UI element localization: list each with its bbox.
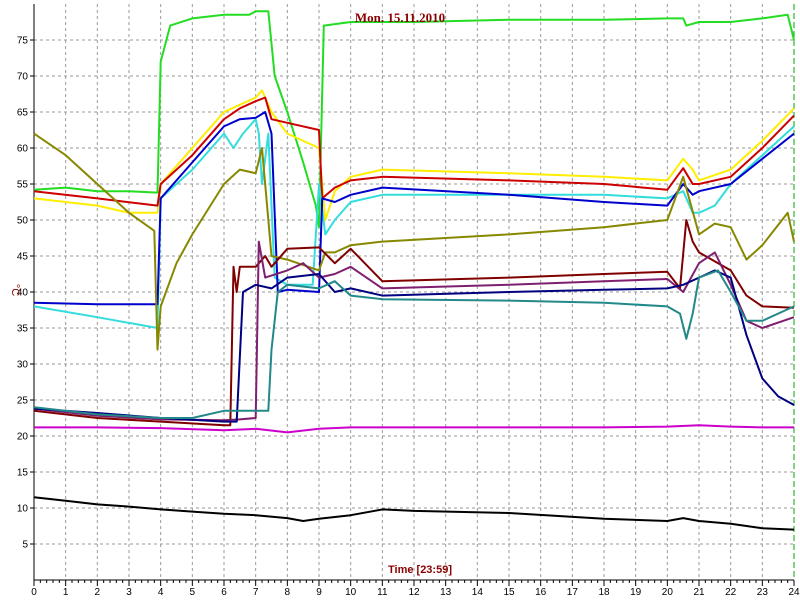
- x-tick-label-13: 13: [440, 587, 452, 598]
- x-tick-label-10: 10: [345, 587, 357, 598]
- x-tick-label-11: 11: [377, 587, 388, 598]
- x-tick-label-23: 23: [757, 587, 769, 598]
- x-tick-label-19: 19: [630, 587, 642, 598]
- y-tick-label-6: 35: [17, 324, 29, 335]
- x-tick-label-5: 5: [190, 587, 196, 598]
- y-tick-label-10: 55: [17, 180, 29, 191]
- y-tick-label-14: 75: [17, 36, 29, 47]
- x-tick-label-1: 1: [63, 587, 69, 598]
- y-tick-label-2: 15: [17, 468, 29, 479]
- y-tick-label-5: 30: [17, 360, 29, 371]
- y-tick-label-11: 60: [17, 144, 29, 155]
- x-tick-label-20: 20: [662, 587, 674, 598]
- y-tick-label-0: 5: [22, 540, 28, 551]
- x-tick-label-0: 0: [31, 587, 37, 598]
- chart-title: Mon. 15.11.2010: [355, 10, 445, 25]
- x-tick-label-22: 22: [725, 587, 737, 598]
- y-tick-label-3: 20: [17, 432, 29, 443]
- x-tick-label-9: 9: [316, 587, 322, 598]
- x-tick-label-15: 15: [503, 587, 515, 598]
- chart-svg: 0 1 2 3 4 5 6 7 8 9 10 11 12 13 14 15 16 17 18 19 20 21 22 23 24…: [0, 0, 800, 600]
- x-tick-label-3: 3: [126, 587, 132, 598]
- y-tick-label-13: 70: [17, 72, 29, 83]
- x-tick-label-14: 14: [472, 587, 484, 598]
- x-tick-label-7: 7: [253, 587, 259, 598]
- y-axis-label: °C: [9, 284, 21, 296]
- y-tick-label-9: 50: [17, 216, 29, 227]
- x-tick-label-17: 17: [567, 587, 579, 598]
- y-tick-label-12: 65: [17, 108, 29, 119]
- x-axis-label: Time [23:59]: [388, 564, 452, 576]
- x-tick-label-8: 8: [285, 587, 291, 598]
- x-tick-label-24: 24: [788, 587, 800, 598]
- x-tick-label-16: 16: [535, 587, 547, 598]
- x-tick-label-4: 4: [158, 587, 164, 598]
- x-tick-label-6: 6: [221, 587, 227, 598]
- y-tick-label-1: 10: [17, 504, 29, 515]
- x-tick-label-18: 18: [598, 587, 610, 598]
- y-tick-label-4: 25: [17, 396, 29, 407]
- x-tick-label-12: 12: [408, 587, 420, 598]
- y-tick-label-8: 45: [17, 252, 29, 263]
- x-tick-label-21: 21: [693, 587, 705, 598]
- x-tick-label-2: 2: [95, 587, 101, 598]
